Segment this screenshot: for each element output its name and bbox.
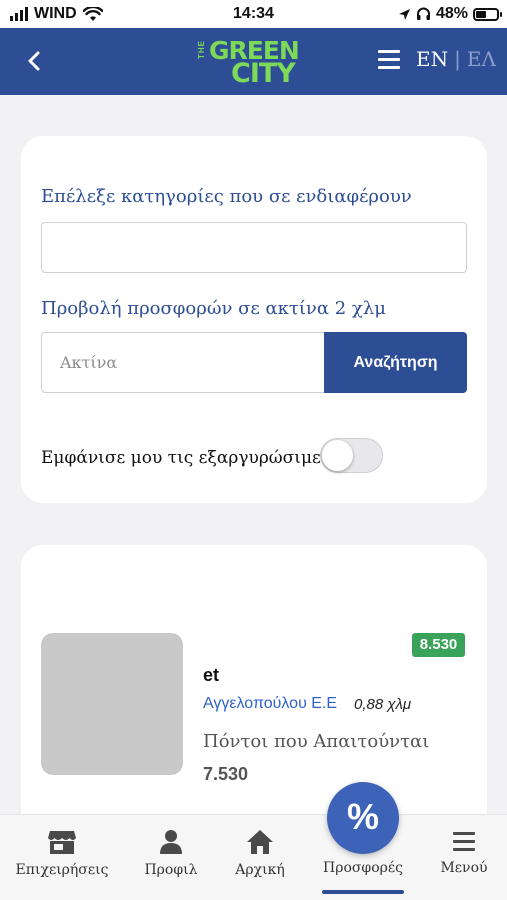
search-button[interactable]: Αναζήτηση — [324, 332, 467, 393]
lang-en[interactable]: EN — [416, 47, 448, 71]
tab-home[interactable]: Αρχική — [222, 829, 298, 879]
status-bar: WIND 14:34 48% — [0, 0, 507, 28]
radius-label: Προβολή προσφορών σε ακτίνα 2 χλμ — [41, 298, 386, 319]
radius-input[interactable]: Ακτίνα — [41, 332, 325, 393]
tab-profile[interactable]: Προφιλ — [133, 829, 209, 879]
logo-city: CITY — [231, 58, 296, 89]
home-icon — [247, 830, 273, 854]
active-tab-indicator — [322, 890, 404, 894]
offer-distance: 0,88 χλμ — [354, 696, 412, 713]
lang-separator: | — [454, 47, 461, 71]
redeemable-toggle-label: Εμφάνισε μου τις εξαργυρώσιμες — [41, 448, 331, 468]
user-icon — [160, 830, 182, 854]
redeemable-toggle[interactable] — [320, 438, 383, 473]
offers-fab-button[interactable]: % — [327, 782, 399, 854]
filter-card: Επέλεξε κατηγορίες που σε ενδιαφέρουν Πρ… — [21, 136, 487, 503]
tab-label-offers: Προσφορές — [323, 860, 403, 876]
lang-el[interactable]: ΕΛ — [467, 47, 496, 71]
back-arrow-icon[interactable] — [22, 48, 48, 74]
tab-label-profile: Προφιλ — [144, 862, 198, 878]
percent-icon: % — [346, 796, 379, 837]
offer-image-placeholder — [41, 633, 183, 775]
offer-badge: 8.530 — [412, 633, 465, 657]
points-required-label: Πόντοι που Απαιτούνται — [203, 731, 430, 752]
tab-label-home: Αρχική — [235, 862, 285, 878]
tab-offers[interactable]: Προσφορές — [313, 859, 413, 877]
status-right: 48% — [398, 5, 502, 23]
tab-menu[interactable]: Μενού — [428, 829, 500, 877]
points-required-value: 7.530 — [203, 764, 249, 784]
categories-label: Επέλεξε κατηγορίες που σε ενδιαφέρουν — [41, 186, 412, 207]
tab-label-menu: Μενού — [440, 860, 488, 876]
green-city-logo: THE GREEN CITY — [195, 36, 315, 90]
toggle-knob — [322, 440, 353, 471]
menu-icon — [453, 832, 475, 851]
offer-title: et — [203, 665, 220, 685]
top-navbar: THE GREEN CITY EN | ΕΛ — [0, 28, 507, 95]
battery-percent: 48% — [435, 5, 468, 22]
tab-label-businesses: Επιχειρήσεις — [15, 862, 109, 878]
hamburger-menu-icon[interactable] — [378, 50, 400, 70]
logo-the: THE — [197, 40, 206, 59]
battery-icon — [473, 7, 502, 21]
offer-card[interactable]: 8.530 et Αγγελοπούλου Ε.Ε 0,88 χλμ Πόντο… — [21, 545, 487, 835]
headphones-icon — [416, 7, 430, 20]
location-arrow-icon — [398, 8, 410, 20]
categories-select[interactable] — [41, 222, 467, 273]
store-icon — [48, 831, 76, 854]
offer-merchant-link[interactable]: Αγγελοπούλου Ε.Ε — [203, 695, 337, 713]
bottom-tab-bar: Επιχειρήσεις Προφιλ Αρχική Προσφορές Μεν… — [0, 814, 507, 900]
tab-businesses[interactable]: Επιχειρήσεις — [14, 829, 110, 879]
language-switcher: EN | ΕΛ — [416, 47, 496, 71]
